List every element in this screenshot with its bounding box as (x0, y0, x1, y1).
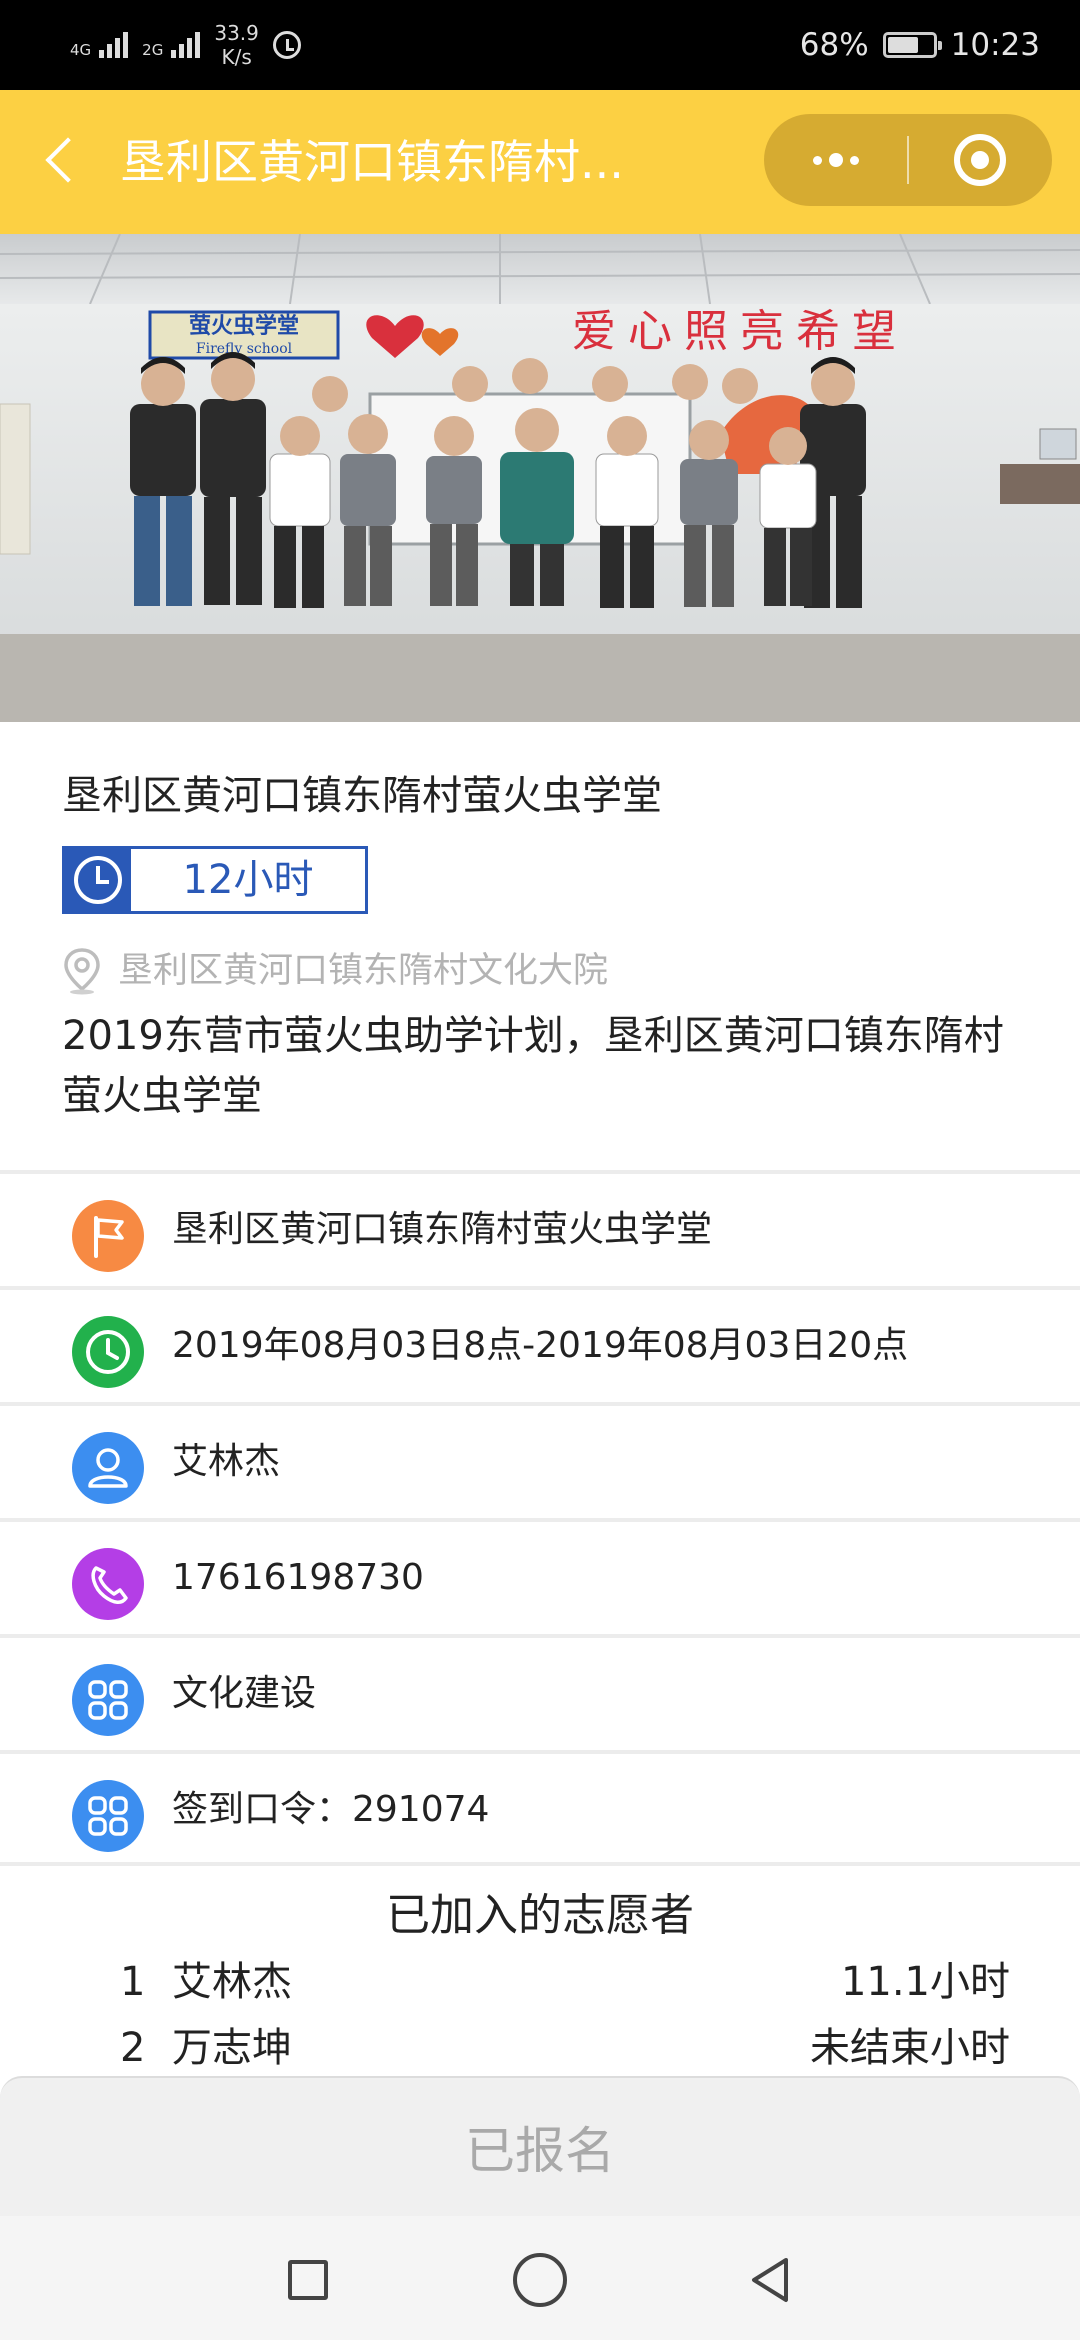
firefly-school-sign-text: 萤火虫学堂 (189, 313, 299, 339)
system-navigation-bar (0, 2216, 1080, 2340)
activity-description: 2019东营市萤火虫助学计划，垦利区黄河口镇东隋村萤火虫学堂 (62, 1013, 1004, 1119)
firefly-school-sign-subtext: Firefly school (196, 341, 293, 357)
battery-percent: 68% (799, 27, 869, 63)
phone-row[interactable]: 17616198730 (0, 1518, 1080, 1634)
volunteer-number: 2 (120, 2025, 146, 2071)
time-row: 2019年08月03日8点-2019年08月03日20点 (0, 1286, 1080, 1402)
volunteer-number: 1 (120, 1959, 146, 2005)
clock-icon (72, 1316, 144, 1388)
hours-value: 12小时 (182, 857, 314, 903)
phone-number-text[interactable]: 17616198730 (172, 1522, 424, 1634)
time-range-text: 2019年08月03日8点-2019年08月03日20点 (172, 1325, 909, 1366)
checkin-code-row: 签到口令：291074 (0, 1750, 1080, 1866)
back-triangle-icon[interactable] (746, 2254, 794, 2306)
location-text: 垦利区黄河口镇东隋村文化大院 (118, 951, 609, 991)
alarm-icon (272, 31, 301, 59)
volunteer-name: 艾林杰 (172, 1959, 292, 2005)
back-button[interactable] (40, 132, 96, 192)
person-icon (72, 1432, 144, 1504)
signed-up-button[interactable]: 已报名 (0, 2076, 1080, 2216)
contact-name-text: 艾林杰 (172, 1441, 281, 1482)
grid-icon (72, 1780, 144, 1852)
page-title: 垦利区黄河口镇东隋村... (120, 135, 624, 189)
mini-program-capsule (764, 114, 1052, 206)
speed-value: 33.9 (214, 21, 259, 45)
status-right: 68% 10:23 (800, 20, 1040, 70)
home-icon[interactable] (513, 2253, 567, 2307)
group-photo-illustration: 萤火虫学堂 Firefly school 爱心照亮希望 (0, 234, 1080, 722)
category-text: 文化建设 (172, 1673, 317, 1714)
hours-badge: 12小时 (62, 846, 368, 914)
grid-icon (72, 1664, 144, 1736)
organizer-row: 垦利区黄河口镇东隋村萤火虫学堂 (0, 1170, 1080, 1286)
volunteer-hours: 未结束小时 (810, 2025, 1010, 2071)
checkin-code-text: 签到口令：291074 (172, 1789, 490, 1830)
nav-bar: 垦利区黄河口镇东隋村... (0, 90, 1080, 234)
contact-row: 艾林杰 (0, 1402, 1080, 1518)
more-options-button[interactable] (764, 114, 907, 206)
category-row: 文化建设 (0, 1634, 1080, 1750)
signal-4g-icon: 4G (70, 32, 129, 59)
battery-fill (887, 37, 918, 53)
battery-icon (882, 32, 942, 58)
speed-unit: K/s (221, 45, 252, 69)
volunteer-row: 1 艾林杰 11.1小时 (120, 1952, 1010, 2012)
network-type-label: 2G (142, 41, 164, 59)
network-type-label: 4G (70, 41, 92, 59)
detail-list: 垦利区黄河口镇东隋村萤火虫学堂 2019年08月03日8点-2019年08月03… (0, 1170, 1080, 1866)
clock-time: 10:23 (950, 27, 1040, 63)
activity-photo: 萤火虫学堂 Firefly school 爱心照亮希望 (0, 234, 1080, 722)
volunteer-hours: 11.1小时 (840, 1959, 1010, 2005)
volunteers-section: 已加入的志愿者 1 艾林杰 11.1小时 2 万志坤 未结束小时 (0, 1862, 1080, 2080)
phone-icon (72, 1548, 144, 1620)
close-mini-program-button[interactable] (909, 114, 1052, 206)
organizer-text: 垦利区黄河口镇东隋村萤火虫学堂 (172, 1209, 713, 1250)
recent-apps-icon[interactable] (288, 2260, 328, 2300)
network-speed: 33.9 K/s (214, 21, 259, 69)
flag-icon (72, 1200, 144, 1272)
volunteer-row: 2 万志坤 未结束小时 (120, 2018, 1010, 2078)
volunteer-name: 万志坤 (172, 2025, 292, 2071)
location-pin-icon (62, 947, 102, 995)
activity-title: 垦利区黄河口镇东隋村萤火虫学堂 (62, 773, 662, 819)
status-left: 4G 2G 33.9 K/s (70, 18, 301, 72)
signal-2g-icon: 2G (142, 32, 201, 59)
activity-info: 垦利区黄河口镇东隋村萤火虫学堂 12小时 垦利区黄河口镇东隋村文化大院 2019… (0, 722, 1080, 1170)
clock-icon (65, 849, 131, 911)
slogan-text: 爱心照亮希望 (572, 306, 908, 357)
volunteers-heading: 已加入的志愿者 (386, 1890, 694, 1941)
status-bar: 4G 2G 33.9 K/s 68% 10:23 (0, 0, 1080, 90)
location-row: 垦利区黄河口镇东隋村文化大院 (62, 946, 608, 996)
